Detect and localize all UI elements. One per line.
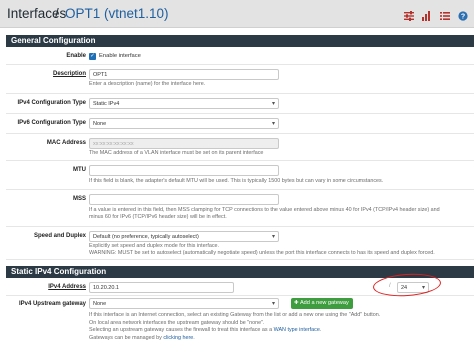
mac-input[interactable]: xx:xx:xx:xx:xx:xx: [89, 138, 279, 149]
enable-checkbox[interactable]: ✓: [89, 53, 96, 60]
ipv6-type-select[interactable]: None ▾: [89, 118, 279, 129]
list-icon[interactable]: [440, 8, 450, 20]
chevron-down-icon: ▾: [271, 101, 275, 107]
mtu-label: MTU: [73, 167, 86, 173]
mtu-input[interactable]: [89, 165, 279, 176]
breadcrumb-separator: /: [55, 6, 59, 21]
speed-duplex-select[interactable]: Default (no preference, typically autose…: [89, 231, 279, 242]
mss-help-line2: minus 60 for IPv6 (TCP/IPv6 header size)…: [89, 214, 227, 220]
breadcrumb-current[interactable]: OPT1 (vtnet1.10): [65, 6, 169, 21]
ipv6-type-row: IPv6 Configuration Type None ▾: [6, 114, 474, 134]
gateway-help-line3: Selecting an upstream gateway causes the…: [89, 327, 321, 334]
description-input[interactable]: OPT1: [89, 69, 279, 80]
gateway-help-line4-text: Gateways can be managed by: [89, 334, 164, 341]
upstream-gateway-row: IPv4 Upstream gateway None ▾ ✚ Add a new…: [6, 296, 474, 353]
upstream-gateway-select[interactable]: None ▾: [89, 298, 279, 309]
speed-duplex-value: Default (no preference, typically autose…: [93, 234, 199, 240]
ipv4-type-select[interactable]: Static IPv4 ▾: [89, 98, 279, 109]
enable-row: Enable ✓ Enable interface: [6, 48, 474, 65]
speed-duplex-row: Speed and Duplex Default (no preference,…: [6, 227, 474, 260]
mss-input[interactable]: [89, 194, 279, 205]
speed-duplex-label: Speed and Duplex: [33, 233, 86, 239]
chevron-down-icon: ▾: [271, 234, 275, 240]
description-help: Enter a description (name) for the inter…: [89, 81, 206, 87]
mss-label: MSS: [72, 196, 86, 202]
upstream-gateway-value: None: [93, 301, 107, 307]
description-row: Description OPT1 Enter a description (na…: [6, 65, 474, 94]
ipv6-type-value: None: [93, 121, 107, 127]
general-configuration-heading: General Configuration: [6, 35, 474, 47]
gateway-help-line2: On local area network interfaces the ups…: [89, 319, 265, 326]
help-icon[interactable]: ?: [458, 8, 468, 21]
chevron-down-icon: ▾: [271, 301, 275, 307]
gateway-help-line3-text: Selecting an upstream gateway causes the…: [89, 327, 274, 333]
svg-text:?: ?: [461, 14, 465, 21]
enable-label: Enable: [66, 53, 86, 59]
ipv4-type-label: IPv4 Configuration Type: [17, 100, 86, 106]
description-label: Description: [52, 71, 86, 77]
chevron-down-icon: ▾: [271, 121, 275, 127]
gateway-help-line3-end: .: [319, 327, 322, 333]
bar-chart-icon[interactable]: [422, 8, 432, 21]
gateway-help-line4-end: .: [193, 334, 195, 341]
ipv4-type-row: IPv4 Configuration Type Static IPv4 ▾: [6, 94, 474, 114]
enable-checkbox-label[interactable]: Enable interface: [99, 53, 141, 59]
add-gateway-label: Add a new gateway: [299, 300, 349, 306]
wan-type-link[interactable]: WAN type interface: [274, 327, 320, 333]
upstream-gateway-label: IPv4 Upstream gateway: [18, 301, 86, 307]
mac-help: The MAC address of a VLAN interface must…: [89, 150, 264, 156]
gateway-help-line4: Gateways can be managed by clicking here…: [89, 335, 195, 342]
mtu-help: If this field is blank, the adapter's de…: [89, 178, 384, 184]
ipv6-type-label: IPv6 Configuration Type: [17, 120, 86, 126]
gateway-help-line1: If this interface is an Internet connect…: [89, 312, 381, 318]
page-header: Interfaces / OPT1 (vtnet1.10) ?: [0, 0, 474, 28]
sliders-icon[interactable]: [404, 8, 414, 21]
mac-label: MAC Address: [46, 140, 86, 146]
manage-gateways-link[interactable]: clicking here: [163, 335, 193, 341]
mac-row: MAC Address xx:xx:xx:xx:xx:xx The MAC ad…: [6, 134, 474, 161]
mtu-row: MTU If this field is blank, the adapter'…: [6, 161, 474, 190]
ipv4-type-value: Static IPv4: [93, 101, 120, 107]
ipv4-address-label: IPv4 Address: [48, 284, 86, 290]
mss-row: MSS If a value is entered in this field,…: [6, 190, 474, 227]
ipv4-address-input[interactable]: 10.20.20.1: [89, 282, 234, 293]
header-icons: ?: [404, 8, 468, 21]
add-gateway-button[interactable]: ✚ Add a new gateway: [291, 298, 353, 309]
speed-help-line2: WARNING: MUST be set to autoselect (auto…: [89, 250, 435, 256]
